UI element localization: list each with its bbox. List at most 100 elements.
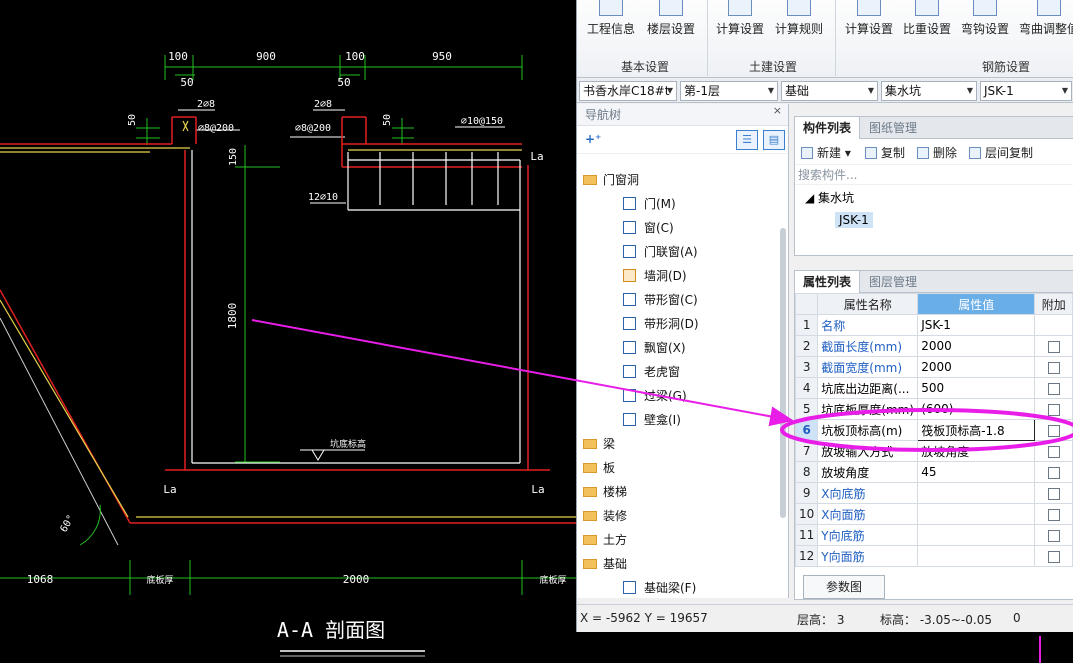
- property-value[interactable]: [917, 545, 1036, 567]
- civil-calc-settings-button[interactable]: 计算设置: [716, 0, 764, 44]
- tab-property-list[interactable]: 属性列表: [795, 271, 861, 293]
- component-select[interactable]: JSK-1 ▼: [980, 81, 1072, 101]
- property-value[interactable]: 500: [917, 377, 1036, 399]
- ribbon-group-rebar: 钢筋设置: [982, 60, 1031, 74]
- ribbon: 工程信息 楼层设置 计算设置 计算规则 计算设置 比重设置 弯钩设置 弯曲调整 …: [577, 0, 1073, 78]
- floor-select[interactable]: 第-1层 ▼: [680, 81, 778, 101]
- nav-item[interactable]: 基础: [583, 552, 627, 576]
- property-row[interactable]: 12 Y向面筋: [795, 545, 1073, 567]
- col-property-name[interactable]: 属性名称: [817, 293, 919, 315]
- property-value[interactable]: [917, 503, 1036, 525]
- property-row[interactable]: 9 X向底筋: [795, 482, 1073, 504]
- nav-item[interactable]: 梁: [583, 432, 615, 456]
- nav-item[interactable]: 土方: [583, 528, 627, 552]
- chevron-down-icon: ▼: [666, 86, 673, 95]
- attach-checkbox[interactable]: [1047, 424, 1060, 437]
- nav-item[interactable]: 装修: [583, 504, 627, 528]
- property-row[interactable]: 10 X向面筋: [795, 503, 1073, 525]
- project-select[interactable]: 书香水岸C18#t ▼: [579, 81, 677, 101]
- property-row[interactable]: 8 放坡角度 45: [795, 461, 1073, 483]
- property-value[interactable]: (600): [917, 398, 1036, 420]
- type-select[interactable]: 集水坑 ▼: [881, 81, 977, 101]
- attach-checkbox[interactable]: [1047, 445, 1060, 458]
- property-row[interactable]: 1 名称 JSK-1: [795, 314, 1073, 336]
- property-row[interactable]: 5 坑底板厚度(mm) (600): [795, 398, 1073, 420]
- copy-button[interactable]: 复制: [865, 144, 905, 161]
- tab-layer-management[interactable]: 图层管理: [861, 271, 925, 293]
- property-row[interactable]: 3 截面宽度(mm) 2000: [795, 356, 1073, 378]
- nav-item[interactable]: 门窗洞: [583, 168, 639, 192]
- attach-checkbox[interactable]: [1047, 466, 1060, 479]
- property-row[interactable]: 2 截面长度(mm) 2000: [795, 335, 1073, 357]
- attach-checkbox[interactable]: [1047, 550, 1060, 563]
- tree-root-sump[interactable]: ◢ 集水坑: [805, 189, 854, 206]
- list-view-icon[interactable]: ☰: [736, 130, 758, 150]
- new-button[interactable]: 新建 ▾: [801, 144, 851, 161]
- nav-item[interactable]: 带形洞(D): [623, 312, 699, 336]
- col-attach[interactable]: 附加: [1034, 293, 1073, 315]
- attach-checkbox[interactable]: [1047, 529, 1060, 542]
- rebar-calc-settings-button[interactable]: 计算设置: [845, 0, 893, 44]
- property-value[interactable]: 2000: [917, 335, 1036, 357]
- nav-item[interactable]: 门(M): [623, 192, 676, 216]
- calc-rules-button[interactable]: 计算规则: [775, 0, 823, 44]
- nav-item[interactable]: 带形窗(C): [623, 288, 698, 312]
- la-label-top: La: [530, 150, 543, 163]
- hook-settings-label: 弯钩设置: [961, 22, 1010, 36]
- property-value-editor[interactable]: 筏板顶标高-1.8: [917, 419, 1036, 441]
- nav-tree-panel: 导航树 × +⁺ ☰ ▤ 门窗洞 门(M) 窗(C) 门联窗(A) 墙洞(D) 带形窗(C…: [577, 104, 789, 598]
- property-value[interactable]: 2000: [917, 356, 1036, 378]
- col-property-value[interactable]: 属性值: [917, 293, 1036, 315]
- attach-checkbox[interactable]: [1047, 487, 1060, 500]
- expand-all-icon[interactable]: +⁺: [585, 132, 601, 146]
- component-type-icon: [623, 269, 636, 282]
- nav-item[interactable]: 过梁(G): [623, 384, 687, 408]
- attach-checkbox[interactable]: [1047, 382, 1060, 395]
- nav-item[interactable]: 壁龛(I): [623, 408, 681, 432]
- floor-settings-button[interactable]: 楼层设置: [647, 0, 695, 44]
- density-settings-button[interactable]: 比重设置: [903, 0, 951, 44]
- nav-item-label: 老虎窗: [644, 365, 681, 379]
- property-row[interactable]: 7 放坡输入方式 放坡角度: [795, 440, 1073, 462]
- tree-root-label: 集水坑: [818, 191, 855, 205]
- status-coords: X = -5962 Y = 19657: [580, 611, 708, 625]
- property-row[interactable]: 11 Y向底筋: [795, 524, 1073, 546]
- component-search-input[interactable]: 搜索构件...: [795, 165, 1073, 185]
- property-row[interactable]: 4 坑底出边距离(... 500: [795, 377, 1073, 399]
- property-value[interactable]: [917, 482, 1036, 504]
- tab-drawing-management[interactable]: 图纸管理: [861, 117, 925, 139]
- floor-copy-button[interactable]: 层间复制: [969, 144, 1033, 161]
- param-diagram-button[interactable]: 参数图: [803, 575, 885, 599]
- nav-item[interactable]: 板: [583, 456, 615, 480]
- attach-cell: [1034, 335, 1073, 357]
- nav-item[interactable]: 飘窗(X): [623, 336, 686, 360]
- nav-item[interactable]: 基础梁(F): [623, 576, 696, 598]
- nav-scrollbar[interactable]: [780, 228, 786, 518]
- close-icon[interactable]: ×: [773, 104, 782, 117]
- property-value[interactable]: 45: [917, 461, 1036, 483]
- category-select[interactable]: 基础 ▼: [781, 81, 878, 101]
- property-value[interactable]: [917, 524, 1036, 546]
- nav-item[interactable]: 老虎窗: [623, 360, 680, 384]
- card-view-icon[interactable]: ▤: [763, 130, 785, 150]
- bend-adjust-button[interactable]: 弯曲调整值: [1019, 0, 1073, 44]
- tree-item-jsk1[interactable]: JSK-1: [835, 212, 873, 228]
- attach-checkbox[interactable]: [1047, 361, 1060, 374]
- property-value[interactable]: 放坡角度: [917, 440, 1036, 462]
- delete-button[interactable]: 删除: [917, 144, 957, 161]
- project-info-button[interactable]: 工程信息: [587, 0, 635, 44]
- folder-icon: [583, 558, 597, 569]
- nav-item[interactable]: 窗(C): [623, 216, 674, 240]
- property-value[interactable]: JSK-1: [917, 314, 1036, 336]
- nav-item[interactable]: 墙洞(D): [623, 264, 687, 288]
- attach-checkbox[interactable]: [1047, 508, 1060, 521]
- tab-component-list[interactable]: 构件列表: [795, 117, 861, 139]
- attach-checkbox[interactable]: [1047, 340, 1060, 353]
- row-index: 1: [795, 314, 819, 336]
- attach-checkbox[interactable]: [1047, 403, 1060, 416]
- hook-settings-button[interactable]: 弯钩设置: [961, 0, 1009, 44]
- dim-50-right: 50: [382, 114, 393, 126]
- nav-item[interactable]: 楼梯: [583, 480, 627, 504]
- nav-item[interactable]: 门联窗(A): [623, 240, 698, 264]
- property-row[interactable]: 6 坑板顶标高(m) 筏板顶标高-1.8: [795, 419, 1073, 441]
